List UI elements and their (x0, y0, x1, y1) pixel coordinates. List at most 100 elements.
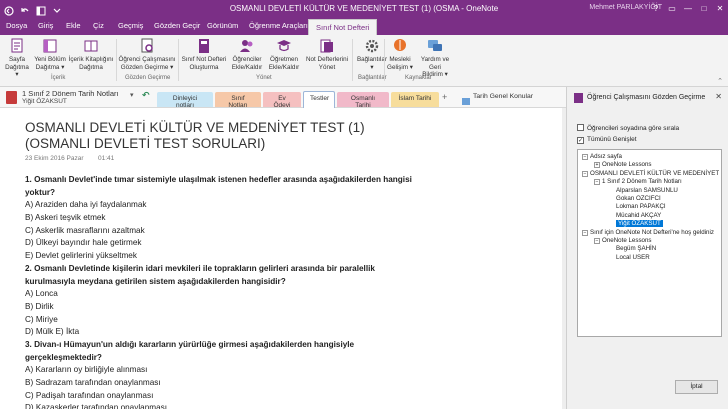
expand-icon[interactable]: + (594, 162, 600, 169)
back-arrow-icon[interactable]: ↶ (142, 90, 150, 101)
button-label: Sayfa (8, 56, 26, 63)
tree-item-label: OSMANLI DEVLETİ KÜLTÜR VE MEDENİYET (590, 169, 720, 177)
collapse-ribbon-icon[interactable]: ⌃ (717, 77, 723, 85)
collapse-icon[interactable]: − (582, 154, 588, 160)
tab-gecmis[interactable]: Geçmiş (118, 21, 143, 30)
cancel-button[interactable]: İptal (675, 380, 718, 394)
tab-gozden-gecir[interactable]: Gözden Geçir (154, 21, 200, 30)
section-tab-sinif-notlari[interactable]: Sınıf Notları (215, 92, 261, 109)
sinif-not-defteri-olusturma-button[interactable]: Sınıf Not Defteri Oluşturma (180, 38, 228, 71)
answer-option: E) Devlet gelirlerini yükseltmek (25, 251, 137, 261)
ogretmen-ekle-kaldir-button[interactable]: Öğretmen Ekle/Kaldır (266, 38, 302, 71)
brain-icon (392, 38, 408, 54)
ogrenciler-ekle-kaldir-button[interactable]: Öğrenciler Ekle/Kaldır (229, 38, 265, 71)
question-text: 1. Osmanlı Devlet'inde tımar sistemiyle … (25, 175, 412, 184)
page-title-line: OSMANLI DEVLETİ KÜLTÜR VE MEDENİYET TEST… (25, 120, 365, 135)
pane-title: Öğrenci Çalışmasını Gözden Geçirme (587, 94, 706, 101)
button-label: Not Defterlerini (306, 56, 348, 63)
group-separator (384, 39, 385, 81)
section-tab-testler[interactable]: Testler (303, 91, 335, 108)
tree-item[interactable]: + OneNote Lessons (594, 161, 652, 169)
title-bar: OSMANLI DEVLETİ KÜLTÜR VE MEDENİYET TEST… (0, 0, 728, 18)
button-label: Sınıf Not Defteri (181, 56, 227, 63)
section-tab-islam-tarihi[interactable]: İslam Tarihi (391, 92, 439, 107)
collapse-icon[interactable]: − (582, 170, 588, 177)
page-title-line: (OSMANLI DEVLETİ TEST SORULARI) (25, 136, 266, 151)
section-icon (42, 38, 58, 54)
checkbox-box[interactable]: ✓ (577, 137, 584, 144)
close-icon[interactable]: ✕ (715, 92, 722, 101)
page-canvas[interactable]: OSMANLI DEVLETİ KÜLTÜR VE MEDENİYET TEST… (0, 108, 566, 409)
page-content[interactable]: 1. Osmanlı Devlet'inde tımar sistemiyle … (25, 174, 565, 409)
tree-item[interactable]: Lokman PAPAKÇI (616, 203, 666, 210)
tab-ogrenme-araclari[interactable]: Öğrenme Araçları (249, 21, 308, 30)
collapse-icon[interactable]: − (594, 179, 600, 186)
tree-item[interactable]: Local USER (616, 254, 650, 261)
button-label: Mesleki (389, 56, 411, 63)
expand-all-checkbox[interactable]: ✓ Tümünü Genişlet (577, 136, 637, 144)
minimize-button[interactable]: — (680, 0, 696, 18)
button-label: Öğretmen (270, 56, 298, 63)
notebook-name[interactable]: 1 Sınıf 2 Dönem Tarih Notları (22, 89, 119, 98)
button-label: Dağıtma ▾ (35, 63, 65, 71)
icerik-kitapligi-button[interactable]: İçerik Kitaplığını Dağıtma (68, 38, 114, 71)
group-label: Yönet (256, 75, 272, 81)
tree-item[interactable]: Gokan OZCIFCI (616, 195, 661, 202)
collapse-icon[interactable]: − (582, 229, 588, 236)
button-label: Yönet (318, 63, 336, 71)
yardim-geri-bildirim-button[interactable]: Yardım ve Geri Bildirim ▾ (415, 38, 455, 79)
sayfa-dagitma-button[interactable]: Sayfa Dağıtma ▾ (3, 38, 31, 79)
answer-option: D) Mülk E) İkta (25, 327, 80, 337)
answer-option: D) Kazaskerler tarafından onaylanması (25, 403, 167, 409)
student-work-tree[interactable]: − Adsız sayfa + OneNote Lessons − OSMANLI DEV… (577, 149, 722, 337)
question-text: 2. Osmanlı Devletinde kişilerin idari me… (25, 263, 375, 273)
tree-item[interactable]: Mücahid AKÇAY (616, 212, 661, 219)
tree-item[interactable]: Begüm ŞAHİN (616, 245, 656, 252)
add-section-button[interactable]: + (442, 92, 447, 102)
tree-item[interactable]: −1 Sınıf 2 Dönem Tarih Notları (594, 178, 682, 186)
answer-option: C) Askerlik masraflarını azaltmak (25, 225, 145, 235)
maximize-button[interactable]: □ (696, 0, 712, 18)
section-tab-osmanli-tarihi[interactable]: Osmanlı Tarihi (337, 92, 389, 109)
page-date: 23 Ekim 2016 Pazar (25, 155, 84, 162)
section-group-name[interactable]: Yiğit ÖZAKSUT (22, 98, 67, 105)
section-tab-dinleyici-notlari[interactable]: Dinleyici notları (157, 92, 213, 109)
ogrenci-calismasini-gozden-gecirme-button[interactable]: Öğrenci Çalışmasını Gözden Geçirme ▾ (118, 38, 176, 71)
button-label: ▾ (370, 63, 374, 71)
notebook-icon (6, 91, 17, 104)
yeni-bolum-dagitma-button[interactable]: Yeni Bölüm Dağıtma ▾ (33, 38, 67, 71)
tab-dosya[interactable]: Dosya (6, 21, 27, 30)
tab-ciz[interactable]: Çiz (93, 21, 104, 30)
section-group-tarih-genel-konular[interactable]: Tarih Genel Konular (473, 93, 533, 100)
button-label: Öğrenci Çalışmasını (118, 56, 176, 63)
ribbon-display-button[interactable]: ▭ (664, 0, 680, 18)
chevron-down-icon[interactable]: ▾ (130, 91, 134, 99)
not-defterlerini-yonet-button[interactable]: Not Defterlerini Yönet (304, 38, 350, 71)
tab-giris[interactable]: Giriş (38, 21, 53, 30)
tree-item[interactable]: − Sınıf için OneNote Not Defteri'ne hoş g… (582, 229, 714, 236)
mesleki-gelisim-button[interactable]: Mesleki Gelişim ▾ (386, 38, 414, 71)
page-title[interactable]: OSMANLI DEVLETİ KÜLTÜR VE MEDENİYET TEST… (25, 120, 545, 152)
tree-item[interactable]: Alparslan SAMSUNLU (616, 187, 678, 194)
tab-gorunum[interactable]: Görünüm (207, 21, 238, 30)
button-label: Yeni Bölüm (34, 56, 66, 63)
checkbox-box[interactable] (577, 124, 584, 131)
tree-item[interactable]: − Adsız sayfa (582, 153, 622, 160)
button-label: Yardım ve Geri (420, 56, 450, 71)
tree-item[interactable]: − OneNote Lessons (594, 237, 652, 244)
answer-option: B) Askeri teşvik etmek (25, 213, 106, 223)
close-button[interactable]: ✕ (712, 0, 728, 18)
answer-option: B) Dirlik (25, 301, 54, 311)
tree-item[interactable]: − OSMANLI DEVLETİ KÜLTÜR VE MEDENİYET (582, 170, 719, 177)
checkbox-label: Tümünü Genişlet (587, 136, 637, 143)
tab-sinif-not-defteri[interactable]: Sınıf Not Defteri (308, 19, 378, 35)
teacher-icon (276, 38, 292, 54)
section-tab-ev-odevi[interactable]: Ev Ödevi (263, 92, 301, 109)
help-button[interactable]: ? (648, 0, 664, 18)
tree-item-label: Begüm ŞAHİN (616, 245, 657, 253)
sort-by-surname-checkbox[interactable]: Öğrencileri soyadına göre sırala (577, 124, 679, 132)
answer-option: B) Sadrazam tarafından onaylanması (25, 378, 161, 387)
tree-item-selected[interactable]: Yiğit ÖZAKSUT (616, 220, 663, 228)
tab-ekle[interactable]: Ekle (66, 21, 81, 30)
collapse-icon[interactable]: − (594, 238, 600, 244)
